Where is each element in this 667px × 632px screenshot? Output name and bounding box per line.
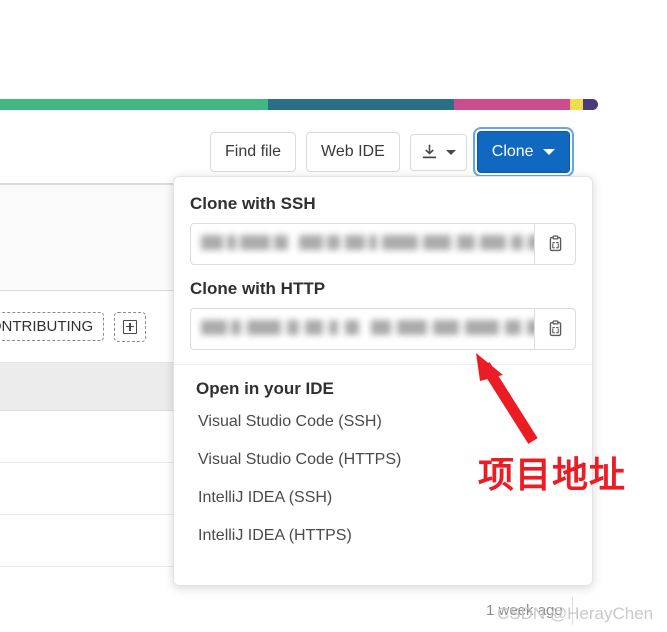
dropdown-divider xyxy=(174,364,592,365)
repository-language-bar xyxy=(0,99,598,110)
plus-square-icon[interactable] xyxy=(114,311,147,342)
copy-http-url-button[interactable] xyxy=(534,308,576,350)
redacted-ssh-url xyxy=(199,235,534,254)
download-source-button[interactable] xyxy=(409,133,467,171)
clone-button[interactable]: Clone xyxy=(476,131,570,173)
language-segment-green xyxy=(0,99,268,110)
language-segment-purple xyxy=(583,99,598,110)
language-segment-teal xyxy=(268,99,454,110)
clone-ssh-label: Clone with SSH xyxy=(190,194,316,213)
redacted-http-url xyxy=(199,320,534,339)
copy-ssh-url-button[interactable] xyxy=(534,223,576,265)
clone-dropdown-panel: Clone with SSH Clone with HTTP Open in y… xyxy=(173,176,593,586)
repo-quick-actions-row: CONTRIBUTING xyxy=(0,291,192,363)
clone-button-label: Clone xyxy=(491,143,534,160)
clone-http-label: Clone with HTTP xyxy=(190,279,326,298)
screenshot-root: CONTRIBUTING Find file Web IDE Clone Cl xyxy=(0,0,667,632)
language-segment-yellow xyxy=(570,99,583,110)
clone-http-input[interactable] xyxy=(190,308,534,350)
ide-item-vscode-ssh[interactable]: Visual Studio Code (SSH) xyxy=(190,403,576,441)
chevron-down-icon xyxy=(445,149,456,155)
file-row[interactable] xyxy=(0,463,180,515)
file-row[interactable] xyxy=(0,515,180,567)
repo-toolbar: Find file Web IDE Clone xyxy=(210,131,570,173)
file-row[interactable] xyxy=(0,411,180,463)
file-list-header xyxy=(0,363,180,411)
download-icon xyxy=(422,143,437,158)
language-segment-pink xyxy=(454,99,570,110)
web-ide-button[interactable]: Web IDE xyxy=(306,132,400,172)
ide-item-intellij-https[interactable]: IntelliJ IDEA (HTTPS) xyxy=(190,517,576,555)
clipboard-copy-icon xyxy=(549,320,561,337)
clipboard-copy-icon xyxy=(549,235,561,252)
clone-ssh-input[interactable] xyxy=(190,223,534,265)
plus-glyph xyxy=(123,319,138,334)
find-file-button[interactable]: Find file xyxy=(210,132,297,172)
contributing-chip[interactable]: CONTRIBUTING xyxy=(0,312,105,341)
readme-panel xyxy=(0,185,192,291)
csdn-watermark: CSDN @HerayChen xyxy=(497,604,654,623)
clone-http-field xyxy=(190,308,576,350)
clone-ssh-field xyxy=(190,223,576,265)
annotation-label: 项目地址 xyxy=(478,455,627,496)
open-in-ide-title: Open in your IDE xyxy=(196,379,334,398)
chevron-down-icon xyxy=(542,149,555,155)
